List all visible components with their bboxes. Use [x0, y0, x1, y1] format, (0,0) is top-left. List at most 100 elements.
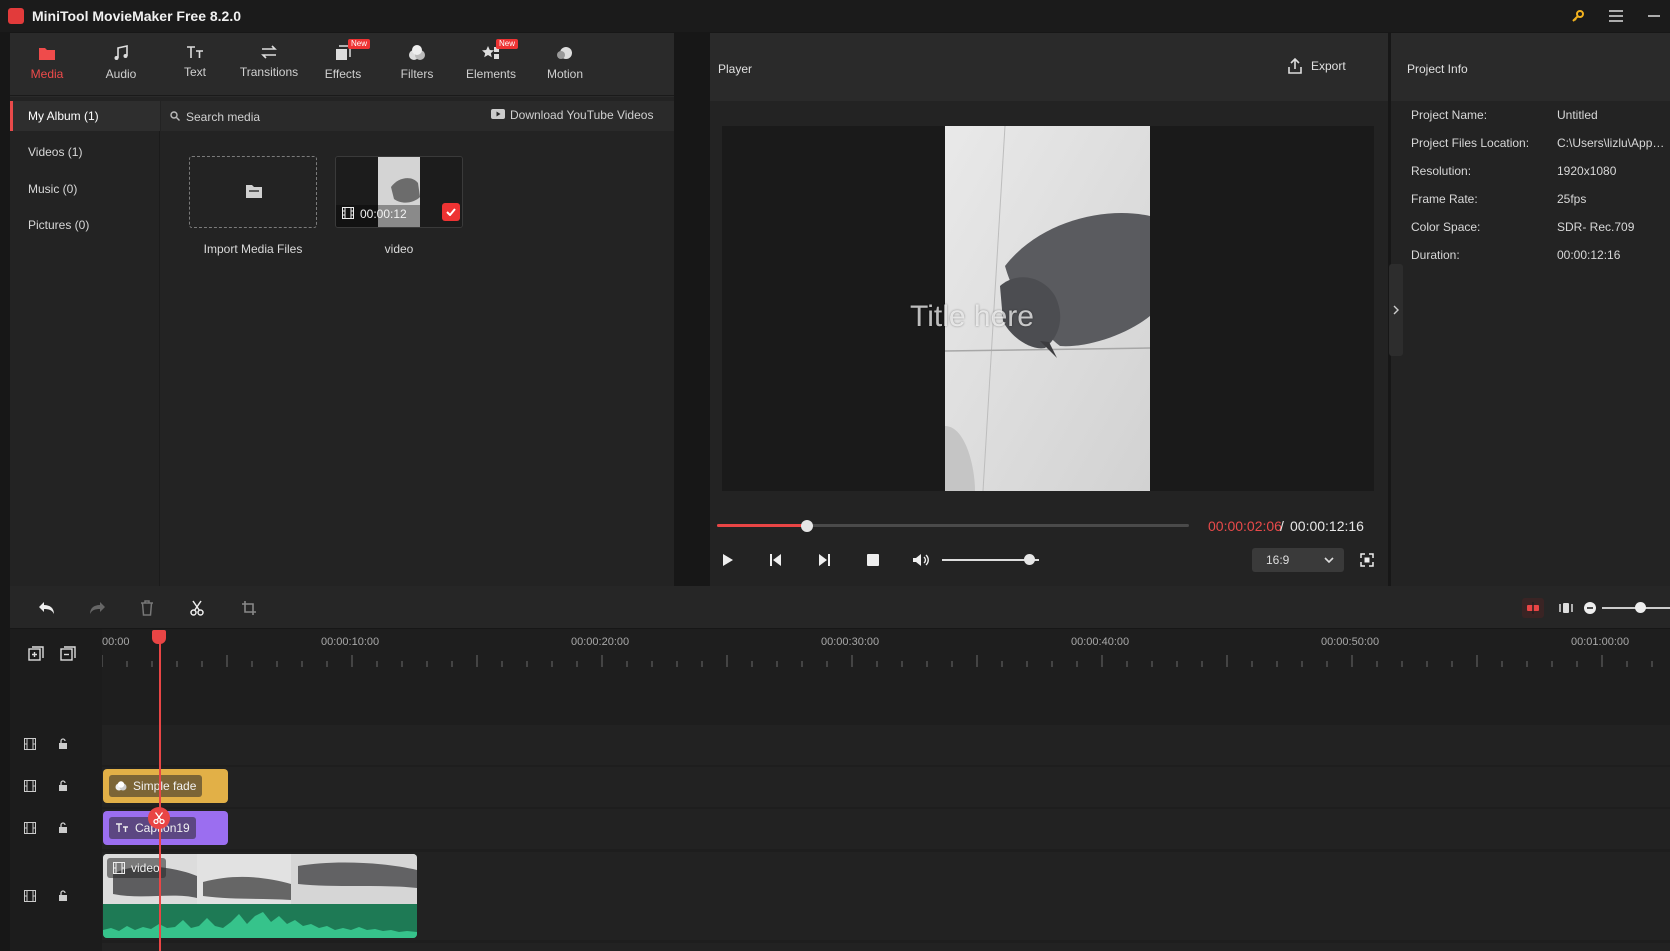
- info-value-resolution: 1920x1080: [1557, 164, 1617, 178]
- player-title: Player: [718, 62, 753, 76]
- chevron-down-icon: [1324, 557, 1334, 563]
- search-input[interactable]: Search media: [186, 110, 260, 124]
- lock-icon[interactable]: [58, 822, 68, 834]
- youtube-icon: [491, 109, 505, 119]
- playhead-handle[interactable]: [152, 630, 166, 644]
- split-scissors-icon[interactable]: [186, 598, 208, 618]
- track-controls: [24, 738, 68, 750]
- info-key-resolution: Resolution:: [1411, 164, 1472, 178]
- video-media-item[interactable]: 00:00:12: [335, 156, 463, 228]
- album-item-videos[interactable]: Videos (1): [10, 137, 160, 167]
- zoom-handle[interactable]: [1635, 602, 1646, 613]
- film-icon: [342, 207, 354, 219]
- text-icon: [187, 46, 203, 58]
- track-row-audio[interactable]: [102, 943, 1670, 951]
- tab-effects[interactable]: New Effects: [306, 33, 380, 97]
- tab-media[interactable]: Media: [10, 33, 84, 97]
- text-icon: [116, 823, 128, 832]
- download-youtube-button[interactable]: Download YouTube Videos: [510, 108, 653, 122]
- chevron-right-icon: [1393, 305, 1399, 315]
- tab-elements[interactable]: New Elements: [454, 33, 528, 97]
- motion-icon: [557, 47, 572, 59]
- tab-transitions[interactable]: Transitions: [232, 33, 306, 97]
- crop-icon[interactable]: [238, 598, 260, 618]
- tab-text[interactable]: Text: [158, 33, 232, 97]
- fullscreen-icon[interactable]: [1357, 550, 1377, 570]
- tick-label: 00:00:50:00: [1321, 636, 1380, 648]
- tick-label: 00:00:20:00: [571, 636, 630, 648]
- timeline-ruler[interactable]: [102, 629, 1670, 669]
- stop-icon[interactable]: [863, 550, 883, 570]
- film-icon: [24, 890, 36, 902]
- volume-handle[interactable]: [1024, 554, 1035, 565]
- film-icon: [113, 862, 125, 874]
- export-button[interactable]: Export: [1287, 58, 1346, 74]
- playhead[interactable]: [159, 639, 161, 951]
- delete-icon[interactable]: [136, 598, 158, 618]
- app-title: MiniTool MovieMaker Free 8.2.0: [32, 8, 242, 24]
- album-item-my-album[interactable]: My Album (1): [10, 101, 160, 131]
- total-time: 00:00:12:16: [1290, 518, 1364, 534]
- folder-icon: [246, 185, 262, 198]
- aspect-ratio-select[interactable]: 16:9: [1252, 548, 1344, 572]
- info-value-project-name: Untitled: [1557, 108, 1598, 122]
- add-track-icon[interactable]: [28, 646, 44, 662]
- folder-icon: [39, 48, 55, 60]
- import-media-button[interactable]: [189, 156, 317, 228]
- tick-label: 00:00:10:00: [321, 636, 380, 648]
- tab-filters[interactable]: Filters: [380, 33, 454, 97]
- remove-track-icon[interactable]: [60, 646, 76, 662]
- zoom-out-icon[interactable]: [1579, 598, 1601, 618]
- import-media-label: Import Media Files: [203, 242, 303, 256]
- info-value-location: C:\Users\lizlu\AppData\L...: [1557, 136, 1670, 150]
- previous-frame-icon[interactable]: [766, 550, 786, 570]
- tab-audio[interactable]: Audio: [84, 33, 158, 97]
- info-key-duration: Duration:: [1411, 248, 1460, 262]
- undo-icon[interactable]: [36, 598, 58, 618]
- film-icon: [24, 738, 36, 750]
- info-value-color-space: SDR- Rec.709: [1557, 220, 1635, 234]
- tab-motion[interactable]: Motion: [528, 33, 602, 97]
- lock-icon[interactable]: [58, 738, 68, 750]
- current-time: 00:00:02:06: [1208, 518, 1282, 534]
- info-key-color-space: Color Space:: [1411, 220, 1481, 234]
- key-icon[interactable]: [1560, 4, 1596, 28]
- track-row-empty[interactable]: [102, 725, 1670, 765]
- minimize-icon[interactable]: [1636, 4, 1670, 28]
- tick-label: 00:01:00:00: [1571, 636, 1630, 648]
- music-note-icon: [114, 45, 128, 60]
- play-icon[interactable]: [718, 550, 738, 570]
- track-row-caption[interactable]: [102, 809, 1670, 849]
- transitions-icon: [261, 45, 277, 59]
- split-scissors-icon[interactable]: [148, 807, 170, 829]
- track-row-transition[interactable]: [102, 767, 1670, 807]
- video-clip[interactable]: video: [103, 854, 417, 938]
- lock-icon[interactable]: [58, 780, 68, 792]
- info-key-location: Project Files Location:: [1411, 136, 1530, 150]
- filters-icon: [115, 781, 127, 791]
- filters-icon: [409, 45, 425, 60]
- track-controls: [24, 780, 68, 792]
- title-overlay-text[interactable]: Title here: [910, 300, 1034, 334]
- snap-icon[interactable]: [1522, 598, 1544, 618]
- title-bar: [0, 0, 1670, 32]
- volume-icon[interactable]: [911, 550, 931, 570]
- video-duration: 00:00:12: [360, 207, 407, 221]
- next-frame-icon[interactable]: [814, 550, 834, 570]
- info-value-duration: 00:00:12:16: [1557, 248, 1621, 262]
- checkmark-icon[interactable]: [442, 203, 460, 221]
- redo-icon[interactable]: [86, 598, 108, 618]
- album-item-pictures[interactable]: Pictures (0): [10, 210, 160, 240]
- toolbar-divider: [10, 95, 674, 96]
- lock-icon[interactable]: [58, 890, 68, 902]
- menu-icon[interactable]: [1598, 4, 1634, 28]
- tick-label: 00:00:30:00: [821, 636, 880, 648]
- fit-timeline-icon[interactable]: [1555, 598, 1577, 618]
- album-item-music[interactable]: Music (0): [10, 174, 160, 204]
- seek-handle[interactable]: [801, 520, 813, 532]
- tick-label: 00:00: [102, 636, 130, 648]
- album-list: My Album (1) Videos (1) Music (0) Pictur…: [10, 101, 160, 591]
- track-controls: [24, 890, 68, 902]
- transition-clip[interactable]: Simple fade: [103, 769, 228, 803]
- collapse-panel-handle[interactable]: [1389, 264, 1403, 356]
